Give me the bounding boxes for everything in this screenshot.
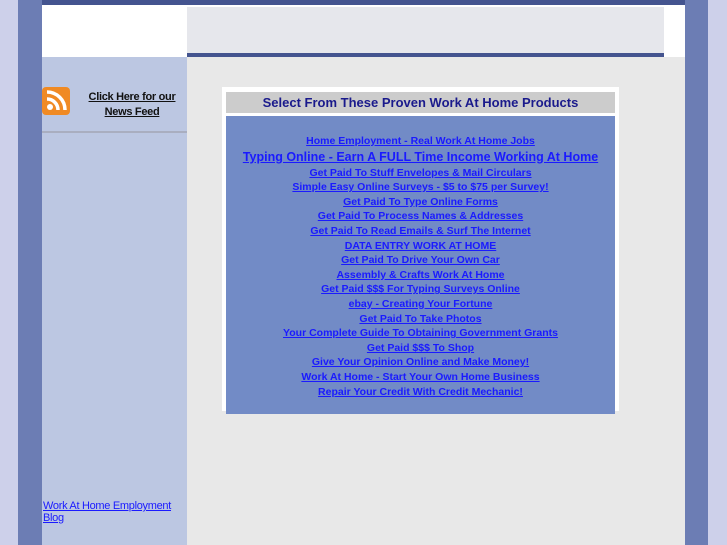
product-link[interactable]: Get Paid To Drive Your Own Car bbox=[226, 253, 615, 268]
product-link[interactable]: DATA ENTRY WORK AT HOME bbox=[226, 239, 615, 254]
product-link[interactable]: Home Employment - Real Work At Home Jobs bbox=[226, 134, 615, 149]
rss-icon[interactable] bbox=[42, 87, 70, 115]
page: Click Here for our News Feed Work At Hom… bbox=[42, 0, 685, 545]
product-link[interactable]: Get Paid $$$ To Shop bbox=[226, 341, 615, 356]
product-link[interactable]: Work At Home - Start Your Own Home Busin… bbox=[226, 370, 615, 385]
blog-link[interactable]: Work At Home Employment Blog bbox=[43, 500, 187, 524]
products-box: Select From These Proven Work At Home Pr… bbox=[222, 87, 619, 414]
sidebar: Click Here for our News Feed Work At Hom… bbox=[42, 57, 187, 545]
top-bar bbox=[42, 0, 685, 5]
products-list: Home Employment - Real Work At Home Jobs… bbox=[226, 116, 615, 414]
product-link[interactable]: Get Paid To Process Names & Addresses bbox=[226, 209, 615, 224]
product-link[interactable]: Get Paid To Stuff Envelopes & Mail Circu… bbox=[226, 166, 615, 181]
product-link[interactable]: Repair Your Credit With Credit Mechanic! bbox=[226, 385, 615, 400]
product-link[interactable]: Assembly & Crafts Work At Home bbox=[226, 268, 615, 283]
products-title: Select From These Proven Work At Home Pr… bbox=[226, 92, 615, 113]
product-link[interactable]: Get Paid To Read Emails & Surf The Inter… bbox=[226, 224, 615, 239]
product-link[interactable]: Your Complete Guide To Obtaining Governm… bbox=[226, 326, 615, 341]
product-link[interactable]: Give Your Opinion Online and Make Money! bbox=[226, 355, 615, 370]
product-link[interactable]: Get Paid To Type Online Forms bbox=[226, 195, 615, 210]
product-link[interactable]: Typing Online - Earn A FULL Time Income … bbox=[226, 149, 615, 166]
product-link[interactable]: ebay - Creating Your Fortune bbox=[226, 297, 615, 312]
main-content: Select From These Proven Work At Home Pr… bbox=[187, 57, 685, 545]
sidebar-divider bbox=[42, 131, 187, 133]
product-link[interactable]: Get Paid $$$ For Typing Surveys Online bbox=[226, 282, 615, 297]
header-banner bbox=[187, 7, 664, 53]
product-link[interactable]: Simple Easy Online Surveys - $5 to $75 p… bbox=[226, 180, 615, 195]
news-feed-link[interactable]: Click Here for our News Feed bbox=[82, 90, 182, 120]
product-link[interactable]: Get Paid To Take Photos bbox=[226, 312, 615, 327]
